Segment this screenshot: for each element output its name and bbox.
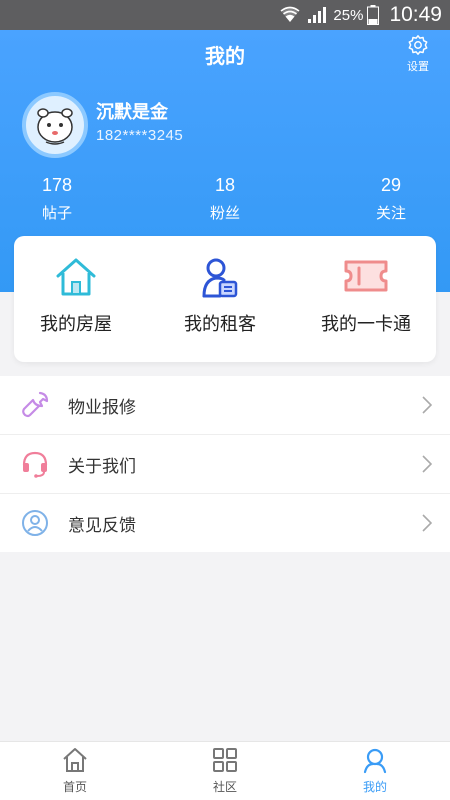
chevron-right-icon (422, 455, 433, 477)
stat-value: 18 (214, 175, 236, 195)
headset-icon (20, 449, 50, 479)
menu-item-about[interactable]: 关于我们 (0, 435, 450, 494)
my-tenants-label: 我的租客 (184, 314, 256, 335)
avatar[interactable] (22, 92, 88, 158)
wrench-icon (20, 390, 50, 420)
stat-label: 粉丝 (209, 204, 240, 222)
settings-button[interactable]: 设置 (396, 34, 440, 74)
my-card-label: 我的一卡通 (321, 314, 411, 335)
menu-list: 物业报修 关于我们 意见反馈 (0, 376, 450, 552)
stat-value: 178 (41, 175, 73, 195)
page-title: 我的 (205, 44, 245, 68)
tab-label: 首页 (62, 780, 87, 794)
home-icon (61, 748, 89, 778)
house-icon (6, 256, 146, 302)
signal-icon (307, 6, 327, 24)
tab-community[interactable]: 社区 (180, 746, 270, 795)
battery-percent: 25% (333, 6, 364, 24)
wifi-icon (279, 6, 301, 24)
menu-item-label: 意见反馈 (68, 515, 136, 536)
tab-mine[interactable]: 我的 (330, 746, 420, 795)
stat-followers[interactable]: 18 粉丝 (180, 175, 270, 223)
username: 沉默是金 (96, 102, 168, 123)
tab-label: 社区 (212, 780, 237, 794)
tab-label: 我的 (362, 780, 387, 794)
menu-item-repair[interactable]: 物业报修 (0, 376, 450, 435)
stat-value: 29 (380, 175, 402, 195)
settings-label: 设置 (407, 60, 429, 73)
menu-item-feedback[interactable]: 意见反馈 (0, 494, 450, 552)
stat-posts[interactable]: 178 帖子 (12, 175, 102, 223)
grid-icon (211, 748, 239, 778)
person-icon (361, 748, 389, 778)
bottom-tab-bar: 首页 社区 我的 (0, 741, 450, 800)
stat-label: 关注 (375, 204, 406, 222)
chevron-right-icon (422, 396, 433, 418)
menu-item-label: 物业报修 (68, 397, 136, 418)
stat-following[interactable]: 29 关注 (346, 175, 436, 223)
user-circle-icon (20, 508, 50, 538)
quick-links-card: 我的房屋 我的租客 我的一卡通 (14, 236, 436, 362)
battery-icon (367, 5, 380, 25)
status-bar: 25% 10:49 (0, 0, 450, 30)
tenant-icon (150, 256, 290, 302)
menu-item-label: 关于我们 (68, 456, 136, 477)
chevron-right-icon (422, 514, 433, 536)
clock: 10:49 (389, 3, 442, 26)
my-house-button[interactable]: 我的房屋 (6, 236, 146, 362)
card-icon (296, 256, 436, 302)
my-card-button[interactable]: 我的一卡通 (296, 236, 436, 362)
my-house-label: 我的房屋 (40, 314, 112, 335)
tab-home[interactable]: 首页 (30, 746, 120, 795)
phone-number: 182****3245 (96, 127, 184, 144)
stat-label: 帖子 (41, 204, 72, 222)
my-tenants-button[interactable]: 我的租客 (150, 236, 290, 362)
